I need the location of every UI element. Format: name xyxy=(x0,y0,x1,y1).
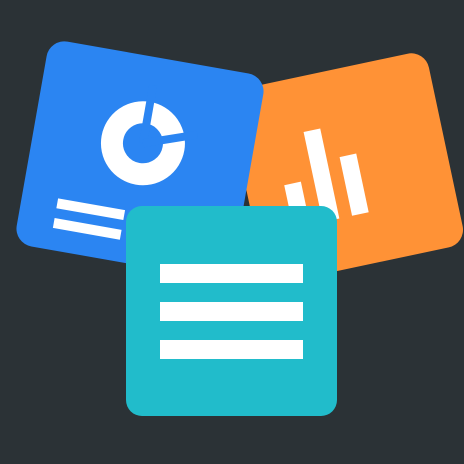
app-icon xyxy=(0,0,464,464)
text-line-1 xyxy=(160,264,303,283)
text-line-2 xyxy=(160,302,303,321)
text-lines-icon xyxy=(160,264,303,359)
text-line-3 xyxy=(160,340,303,359)
document-card xyxy=(126,206,337,416)
documents-app-icon-graphic xyxy=(0,0,464,464)
